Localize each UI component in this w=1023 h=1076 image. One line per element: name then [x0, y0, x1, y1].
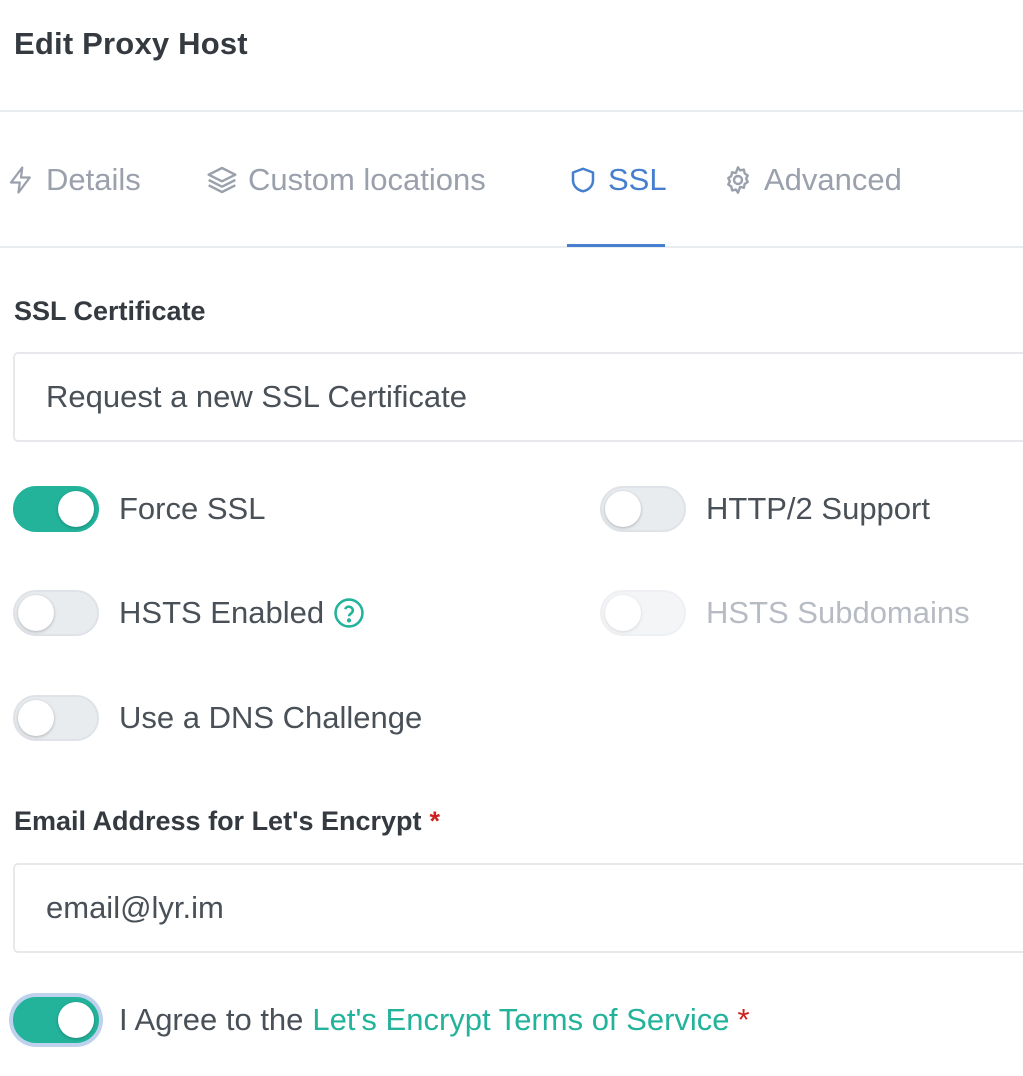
tab-details-label: Details: [46, 162, 141, 197]
active-tab-indicator: [567, 244, 665, 247]
dns-challenge-label: Use a DNS Challenge: [119, 700, 423, 735]
required-marker: *: [429, 806, 441, 836]
edit-proxy-host-modal: Edit Proxy Host Details Custom locations…: [0, 0, 1023, 1076]
toggle-knob: [58, 491, 94, 527]
question-circle-icon[interactable]: [332, 596, 366, 630]
gear-icon: [727, 166, 749, 194]
force-ssl-row: Force SSL: [13, 484, 265, 534]
email-label: Email Address for Let's Encrypt *: [14, 806, 440, 837]
ssl-certificate-label-text: SSL Certificate: [14, 296, 206, 326]
ssl-certificate-select[interactable]: Request a new SSL Certificate: [13, 352, 1023, 442]
tab-custom-locations[interactable]: Custom locations: [206, 160, 486, 200]
http2-row: HTTP/2 Support: [600, 484, 930, 534]
required-marker: *: [737, 1002, 750, 1037]
modal-header: Edit Proxy Host: [0, 0, 1023, 112]
hsts-row: HSTS Enabled: [13, 588, 366, 638]
email-label-text: Email Address for Let's Encrypt: [14, 806, 422, 836]
force-ssl-label: Force SSL: [119, 491, 266, 526]
agree-tos-row: I Agree to the Let's Encrypt Terms of Se…: [13, 995, 750, 1045]
hsts-enabled-toggle[interactable]: [13, 590, 99, 636]
terms-of-service-link[interactable]: Let's Encrypt Terms of Service: [312, 1002, 729, 1038]
tab-custom-locations-label: Custom locations: [248, 162, 486, 197]
hsts-subdomains-row: HSTS Subdomains: [600, 588, 970, 638]
force-ssl-toggle[interactable]: [13, 486, 99, 532]
http2-support-toggle[interactable]: [600, 486, 686, 532]
tab-bar: Details Custom locations SSL Advanced: [0, 114, 1023, 248]
modal-title: Edit Proxy Host: [14, 26, 248, 61]
layers-icon: [207, 166, 237, 194]
toggle-knob: [605, 595, 641, 631]
toggle-knob: [58, 1002, 94, 1038]
email-input[interactable]: [13, 863, 1023, 953]
tab-advanced[interactable]: Advanced: [722, 160, 902, 200]
dns-challenge-row: Use a DNS Challenge: [13, 693, 422, 743]
toggle-knob: [18, 595, 54, 631]
http2-support-label: HTTP/2 Support: [706, 491, 930, 526]
hsts-subdomains-label: HSTS Subdomains: [706, 595, 970, 630]
toggle-knob: [605, 491, 641, 527]
agree-tos-prefix: I Agree to the: [119, 1002, 304, 1037]
ssl-certificate-value: Request a new SSL Certificate: [46, 379, 468, 414]
hsts-enabled-label: HSTS Enabled: [119, 595, 325, 630]
tab-advanced-label: Advanced: [764, 162, 902, 197]
shield-icon: [571, 167, 595, 193]
hsts-enabled-label-wrap: HSTS Enabled: [119, 595, 366, 631]
agree-tos-toggle[interactable]: [13, 997, 99, 1043]
tab-ssl[interactable]: SSL: [568, 160, 667, 200]
toggle-knob: [18, 700, 54, 736]
lightning-icon: [9, 166, 31, 194]
tab-ssl-label: SSL: [608, 162, 667, 197]
tab-details[interactable]: Details: [6, 160, 141, 200]
hsts-subdomains-toggle[interactable]: [600, 590, 686, 636]
ssl-certificate-label: SSL Certificate: [14, 296, 206, 327]
agree-tos-label: I Agree to the Let's Encrypt Terms of Se…: [119, 1002, 750, 1038]
dns-challenge-toggle[interactable]: [13, 695, 99, 741]
